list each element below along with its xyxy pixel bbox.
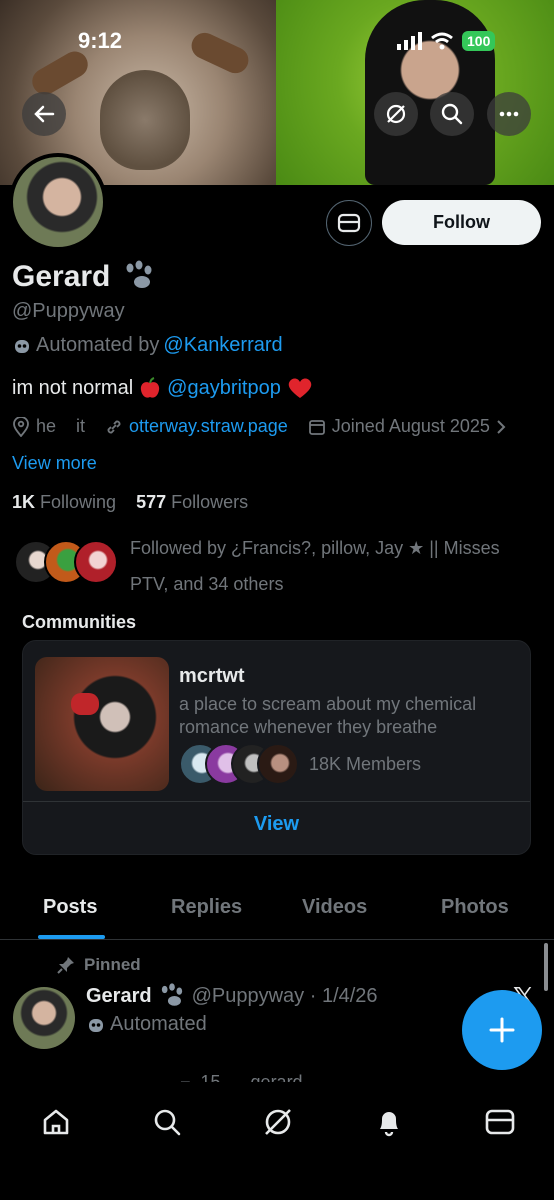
- avatar: [257, 743, 299, 785]
- bio-mention-link[interactable]: @gaybritpop: [167, 377, 281, 400]
- bottom-navigation: [0, 1082, 554, 1200]
- grok-icon: [386, 104, 406, 124]
- pinned-label: Pinned: [56, 955, 141, 975]
- post-automated-label: Automated: [86, 1013, 207, 1036]
- status-icons: 100: [396, 30, 496, 52]
- envelope-icon: [485, 1109, 515, 1135]
- home-icon: [43, 1109, 69, 1135]
- person-shape: [365, 0, 495, 185]
- chevron-right-icon: [497, 419, 506, 434]
- post-handle-date: @Puppyway · 1/4/26: [191, 984, 378, 1007]
- calendar-icon: [308, 419, 325, 435]
- message-button[interactable]: [326, 200, 372, 246]
- followed-by-text[interactable]: Followed by ¿Francis?, pillow, Jay ★ || …: [130, 530, 530, 602]
- avatar: [74, 540, 118, 584]
- nav-home[interactable]: [36, 1102, 76, 1142]
- post-author-name[interactable]: Gerard: [86, 985, 152, 1008]
- search-icon: [441, 103, 463, 125]
- tab-videos[interactable]: Videos: [302, 896, 367, 919]
- nav-grok[interactable]: [258, 1102, 298, 1142]
- automated-label: Automated by @Kankerrard: [12, 334, 283, 357]
- scrollbar[interactable]: [544, 943, 548, 991]
- profile-meta: he it otterway.straw.page Joined August …: [12, 416, 526, 437]
- status-time: 9:12: [78, 28, 123, 53]
- bot-icon: [15, 339, 29, 353]
- compose-button[interactable]: [462, 990, 542, 1070]
- more-icon: [499, 111, 519, 117]
- community-members: 18K Members: [309, 754, 422, 774]
- profile-avatar[interactable]: [9, 153, 107, 251]
- automated-by-link[interactable]: @Kankerrard: [163, 334, 282, 357]
- location-pin-icon: [13, 416, 29, 437]
- signal-icon: [397, 32, 422, 50]
- community-member-avatars: [179, 743, 299, 787]
- bot-icon: [89, 1018, 103, 1032]
- otter-face-shape: [100, 70, 190, 170]
- wifi-icon: [431, 32, 453, 50]
- battery-indicator: 100: [462, 31, 496, 51]
- arrow-left-icon: [34, 105, 55, 123]
- nav-messages[interactable]: [480, 1102, 520, 1142]
- joined-item: Joined August 2025: [308, 416, 506, 437]
- view-more-link[interactable]: View more: [12, 453, 97, 474]
- automated-prefix: Automated by: [36, 334, 160, 356]
- search-icon: [154, 1109, 181, 1136]
- active-tab-indicator: [38, 935, 105, 939]
- following-count: 1K: [12, 492, 36, 512]
- website-item[interactable]: otterway.straw.page: [105, 416, 288, 437]
- nav-search[interactable]: [147, 1102, 187, 1142]
- pinned-text: Pinned: [84, 955, 141, 974]
- followed-by-avatars[interactable]: [14, 540, 118, 588]
- follow-stats[interactable]: 1K Following 577 Followers: [12, 492, 248, 513]
- view-community-button[interactable]: View: [23, 813, 530, 836]
- post-automated-text: Automated: [110, 1013, 207, 1035]
- profile-tabs: Posts Replies Videos Photos: [0, 888, 554, 940]
- divider: [23, 801, 530, 802]
- grok-icon: [265, 1109, 291, 1135]
- paw-icon: [122, 260, 156, 297]
- apple-icon: [141, 377, 160, 398]
- joined-text: Joined August 2025: [331, 416, 490, 436]
- followers-label: Followers: [171, 492, 249, 512]
- pronouns-text: he it: [36, 416, 86, 436]
- grok-button[interactable]: [374, 92, 418, 136]
- plus-icon: [489, 1017, 515, 1043]
- paw-icon: [161, 983, 182, 1006]
- tab-photos[interactable]: Photos: [441, 896, 509, 919]
- display-name: Gerard: [12, 260, 111, 293]
- post-header: Gerard @Puppyway · 1/4/26: [86, 983, 378, 1009]
- community-description: a place to scream about my chemical roma…: [179, 694, 477, 737]
- search-button[interactable]: [430, 92, 474, 136]
- community-name: mcrtwt: [179, 665, 245, 687]
- following-label: Following: [40, 492, 117, 512]
- communities-title: Communities: [22, 612, 137, 632]
- more-button[interactable]: [487, 92, 531, 136]
- nav-notifications[interactable]: [369, 1102, 409, 1142]
- bell-icon: [380, 1112, 398, 1137]
- heart-icon: [288, 378, 312, 398]
- profile-handle: @Puppyway: [12, 300, 125, 322]
- post-avatar[interactable]: [13, 987, 75, 1049]
- location-item: he it: [12, 416, 85, 437]
- community-image-detail: [71, 693, 99, 715]
- follow-button[interactable]: Follow: [382, 200, 541, 245]
- bio-text: im not normal: [12, 376, 134, 399]
- tab-posts[interactable]: Posts: [43, 896, 97, 919]
- community-image: [35, 657, 169, 791]
- pin-icon: [57, 957, 74, 974]
- bio: im not normal @gaybritpop: [12, 376, 313, 400]
- envelope-icon: [337, 213, 361, 233]
- community-card[interactable]: mcrtwt a place to scream about my chemic…: [22, 640, 531, 855]
- link-icon: [107, 420, 121, 433]
- tab-replies[interactable]: Replies: [171, 896, 242, 919]
- back-button[interactable]: [22, 92, 66, 136]
- website-link[interactable]: otterway.straw.page: [129, 416, 288, 437]
- followers-count: 577: [136, 492, 167, 512]
